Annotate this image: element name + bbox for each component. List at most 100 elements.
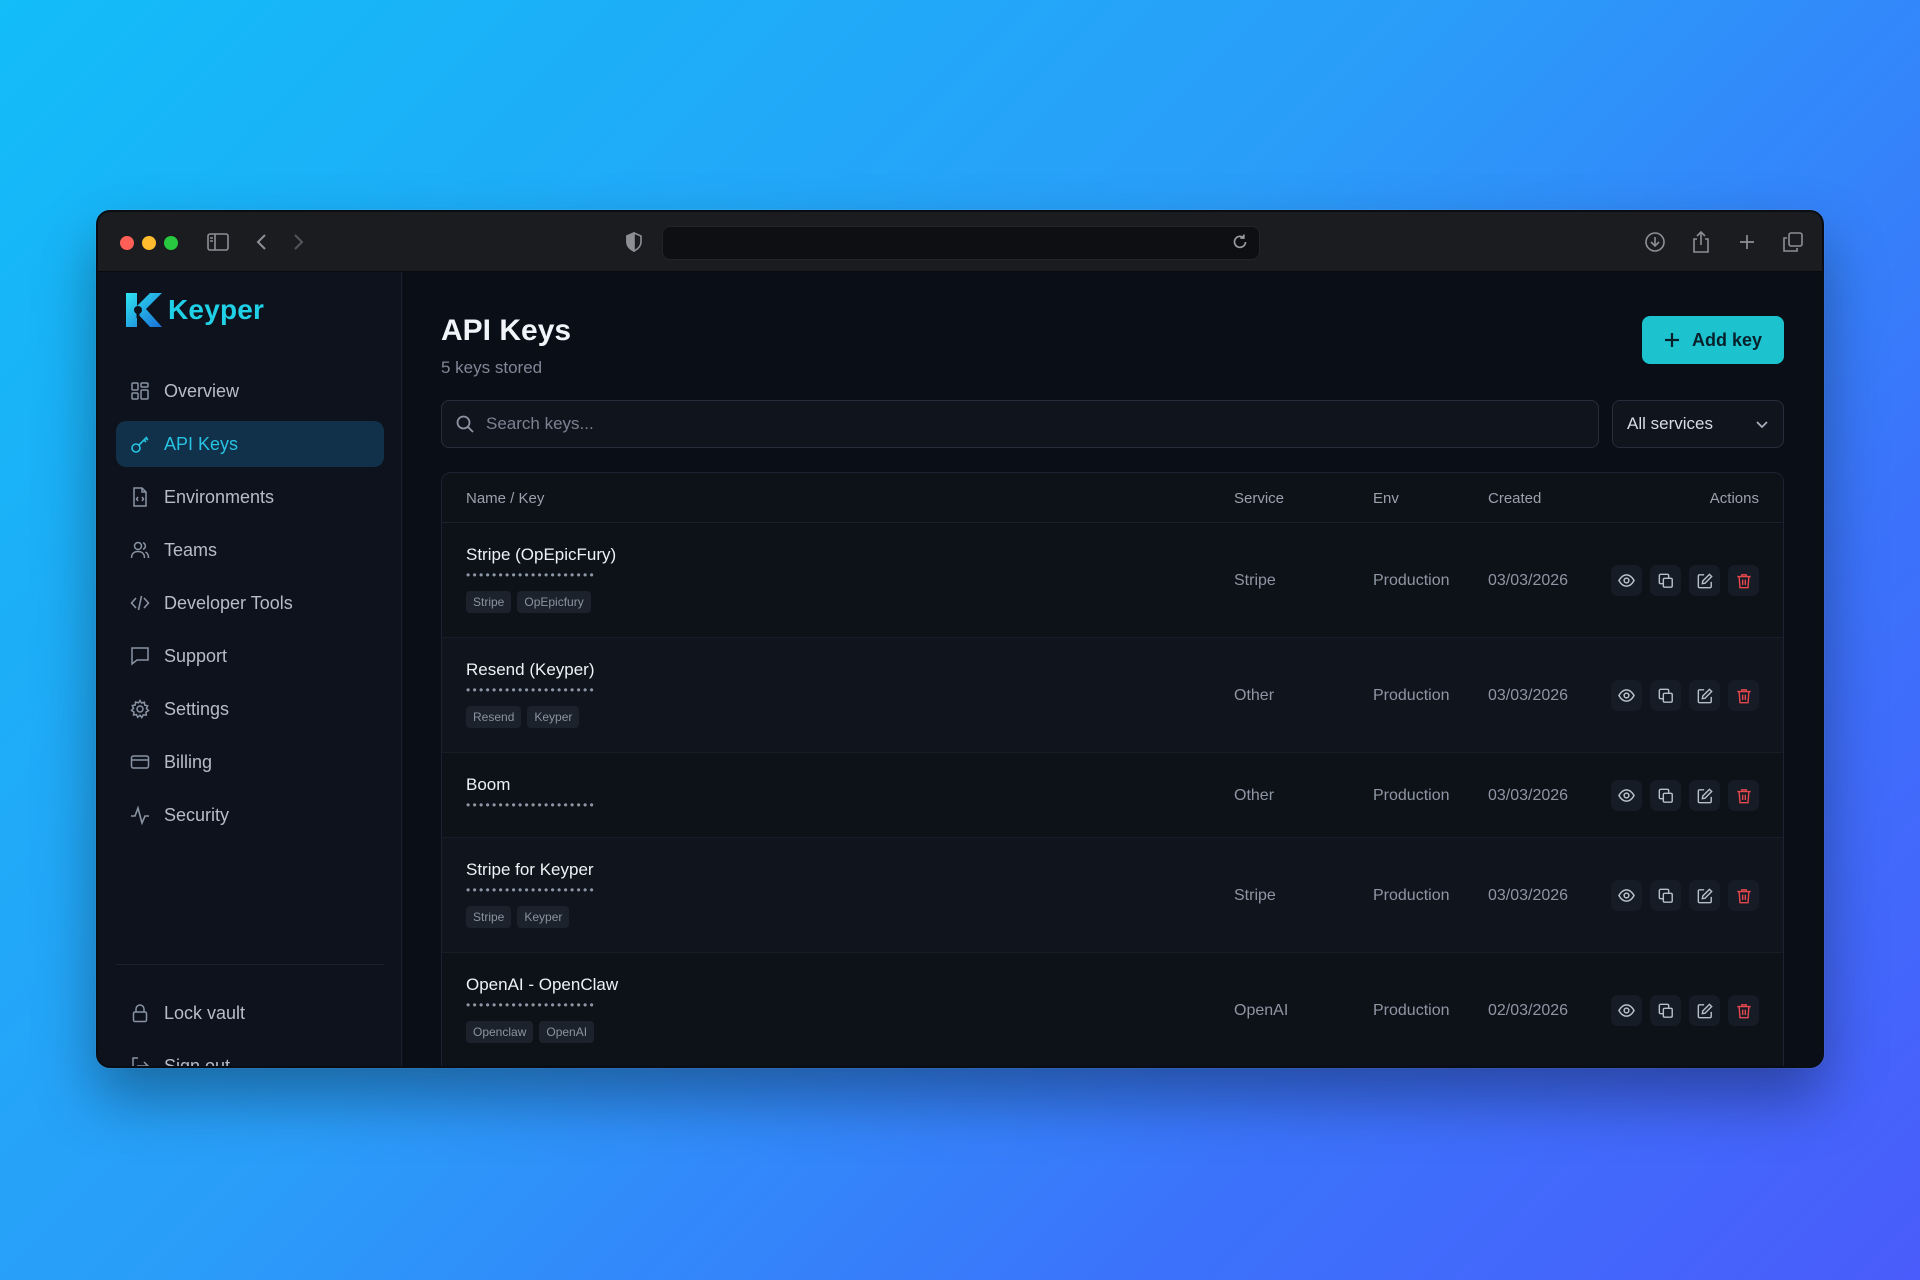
message-icon bbox=[130, 646, 150, 666]
sidebar-item-support[interactable]: Support bbox=[116, 633, 384, 679]
table-body: Stripe (OpEpicFury) ••••••••••••••••••••… bbox=[442, 523, 1783, 1066]
key-masked-value: •••••••••••••••••••• bbox=[466, 883, 597, 897]
sidebar-item-developer-tools[interactable]: Developer Tools bbox=[116, 580, 384, 626]
page-title: API Keys bbox=[441, 314, 572, 347]
key-service: Stripe bbox=[1234, 572, 1276, 589]
edit-key-button[interactable] bbox=[1689, 680, 1720, 711]
maximize-window-button[interactable] bbox=[164, 236, 178, 250]
gear-icon bbox=[130, 699, 150, 719]
lock-vault-button[interactable]: Lock vault bbox=[116, 990, 384, 1036]
forward-icon[interactable] bbox=[284, 228, 312, 256]
key-created: 03/03/2026 bbox=[1488, 572, 1569, 589]
app-logo[interactable]: Keyper bbox=[124, 290, 264, 330]
key-service: Other bbox=[1234, 687, 1275, 704]
search-input[interactable] bbox=[486, 414, 1486, 434]
key-tag: Openclaw bbox=[466, 1021, 534, 1043]
copy-key-button[interactable] bbox=[1650, 995, 1681, 1026]
copy-icon bbox=[1658, 888, 1674, 904]
app-name: Keyper bbox=[168, 294, 265, 325]
address-bar[interactable] bbox=[662, 226, 1260, 260]
copy-key-button[interactable] bbox=[1650, 780, 1681, 811]
reveal-key-button[interactable] bbox=[1611, 565, 1642, 596]
row-actions bbox=[1611, 680, 1759, 711]
edit-icon bbox=[1697, 1002, 1713, 1019]
sidebar-item-teams[interactable]: Teams bbox=[116, 527, 384, 573]
new-tab-icon[interactable] bbox=[1733, 228, 1761, 256]
edit-key-button[interactable] bbox=[1689, 565, 1720, 596]
eye-icon bbox=[1618, 687, 1635, 704]
key-created: 03/03/2026 bbox=[1488, 787, 1569, 804]
sidebar-item-label: Teams bbox=[164, 539, 218, 560]
column-header-service: Service bbox=[1234, 490, 1285, 507]
reload-icon[interactable] bbox=[1231, 233, 1251, 253]
sign-out-button[interactable]: Sign out bbox=[116, 1043, 384, 1066]
reveal-key-button[interactable] bbox=[1611, 680, 1642, 711]
search-box[interactable] bbox=[441, 400, 1599, 448]
key-tag: Keyper bbox=[517, 906, 570, 928]
back-icon[interactable] bbox=[248, 228, 276, 256]
row-actions bbox=[1611, 780, 1759, 811]
sidebar-item-label: Environments bbox=[164, 486, 275, 507]
close-window-button[interactable] bbox=[120, 236, 134, 250]
sidebar-item-label: Lock vault bbox=[164, 1002, 246, 1023]
sidebar-item-label: Overview bbox=[164, 380, 240, 401]
key-service: Stripe bbox=[1234, 887, 1276, 904]
delete-key-button[interactable] bbox=[1728, 995, 1759, 1026]
search-icon bbox=[456, 415, 474, 433]
service-filter-select[interactable]: All services bbox=[1612, 400, 1784, 448]
table-row[interactable]: Resend (Keyper) •••••••••••••••••••• Res… bbox=[442, 638, 1783, 753]
sidebar-item-overview[interactable]: Overview bbox=[116, 368, 384, 414]
sidebar-toggle-icon[interactable] bbox=[204, 228, 232, 256]
copy-icon bbox=[1658, 788, 1674, 804]
delete-key-button[interactable] bbox=[1728, 880, 1759, 911]
copy-key-button[interactable] bbox=[1650, 680, 1681, 711]
sidebar-item-security[interactable]: Security bbox=[116, 792, 384, 838]
eye-icon bbox=[1618, 887, 1635, 904]
key-service: Other bbox=[1234, 787, 1275, 804]
copy-key-button[interactable] bbox=[1650, 565, 1681, 596]
sidebar-item-label: Security bbox=[164, 804, 230, 825]
edit-key-button[interactable] bbox=[1689, 880, 1720, 911]
edit-key-button[interactable] bbox=[1689, 780, 1720, 811]
edit-key-button[interactable] bbox=[1689, 995, 1720, 1026]
delete-key-button[interactable] bbox=[1728, 780, 1759, 811]
key-masked-value: •••••••••••••••••••• bbox=[466, 798, 597, 812]
table-row[interactable]: Boom •••••••••••••••••••• Other Producti… bbox=[442, 753, 1783, 838]
minimize-window-button[interactable] bbox=[142, 236, 156, 250]
table-row[interactable]: Stripe (OpEpicFury) ••••••••••••••••••••… bbox=[442, 523, 1783, 638]
copy-key-button[interactable] bbox=[1650, 880, 1681, 911]
key-tag: Keyper bbox=[527, 706, 580, 728]
download-icon[interactable] bbox=[1641, 228, 1669, 256]
reveal-key-button[interactable] bbox=[1611, 880, 1642, 911]
key-name: OpenAI - OpenClaw bbox=[466, 975, 619, 994]
reveal-key-button[interactable] bbox=[1611, 780, 1642, 811]
key-env: Production bbox=[1373, 787, 1450, 804]
api-keys-table: Name / Key Service Env Created Actions S… bbox=[441, 472, 1784, 1066]
reveal-key-button[interactable] bbox=[1611, 995, 1642, 1026]
sidebar-item-billing[interactable]: Billing bbox=[116, 739, 384, 785]
table-row[interactable]: Stripe for Keyper •••••••••••••••••••• S… bbox=[442, 838, 1783, 953]
key-masked-value: •••••••••••••••••••• bbox=[466, 568, 597, 582]
sidebar-item-api-keys[interactable]: API Keys bbox=[116, 421, 384, 467]
key-tags: Stripe Keyper bbox=[466, 906, 596, 928]
table-row[interactable]: OpenAI - OpenClaw •••••••••••••••••••• O… bbox=[442, 953, 1783, 1066]
tab-overview-icon[interactable] bbox=[1779, 228, 1807, 256]
table-header: Name / Key Service Env Created Actions bbox=[442, 473, 1783, 523]
trash-icon bbox=[1736, 888, 1752, 904]
sign-out-icon bbox=[130, 1056, 150, 1066]
column-header-name: Name / Key bbox=[466, 490, 545, 507]
copy-icon bbox=[1658, 1003, 1674, 1019]
key-created: 02/03/2026 bbox=[1488, 1002, 1569, 1019]
delete-key-button[interactable] bbox=[1728, 565, 1759, 596]
activity-icon bbox=[130, 805, 150, 825]
shield-icon[interactable] bbox=[620, 228, 648, 256]
sidebar-item-label: Billing bbox=[164, 751, 213, 772]
delete-key-button[interactable] bbox=[1728, 680, 1759, 711]
add-key-button[interactable]: Add key bbox=[1642, 316, 1784, 364]
row-actions bbox=[1611, 880, 1759, 911]
key-masked-value: •••••••••••••••••••• bbox=[466, 998, 597, 1012]
sidebar-item-settings[interactable]: Settings bbox=[116, 686, 384, 732]
sidebar-item-environments[interactable]: Environments bbox=[116, 474, 384, 520]
share-icon[interactable] bbox=[1687, 228, 1715, 256]
credit-card-icon bbox=[130, 752, 150, 772]
